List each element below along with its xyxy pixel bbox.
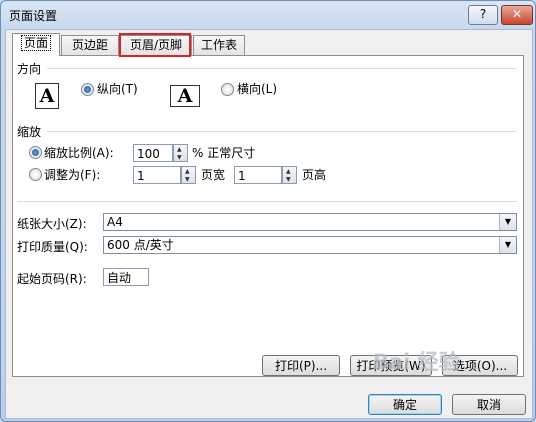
close-button[interactable]: ✕ — [501, 5, 533, 25]
portrait-label[interactable]: 纵向(T) — [97, 80, 138, 97]
portrait-radio[interactable] — [81, 83, 94, 96]
print-button[interactable]: 打印(P)... — [262, 355, 340, 376]
scale-radio[interactable] — [29, 146, 42, 159]
scaling-divider — [47, 131, 517, 132]
landscape-radio[interactable] — [221, 83, 234, 96]
page-tab-panel: 方向 A 纵向(T) A 横向(L) 缩放 缩放比例(A): 100 ▲ ▼ % … — [12, 55, 524, 377]
scale-input[interactable]: 100 — [133, 144, 173, 162]
cancel-button[interactable]: 取消 — [452, 394, 526, 415]
print-quality-select[interactable]: 600 点/英寸 ▼ — [103, 236, 517, 254]
paper-size-label: 纸张大小(Z): — [17, 217, 87, 231]
portrait-paper-icon: A — [35, 83, 59, 109]
tab-margins[interactable]: 页边距 — [61, 35, 119, 55]
tab-page[interactable]: 页面 — [12, 33, 60, 56]
paper-divider — [17, 201, 517, 202]
fit-radio[interactable] — [29, 168, 42, 181]
window-title: 页面设置 — [9, 9, 58, 23]
fit-tall-input[interactable]: 1 — [234, 166, 282, 184]
chevron-down-icon[interactable]: ▼ — [499, 214, 516, 230]
first-page-label: 起始页码(R): — [17, 272, 87, 286]
scale-label[interactable]: 缩放比例(A): — [44, 144, 114, 161]
title-bar: 页面设置 ? ✕ — [1, 1, 535, 29]
fit-wide-input[interactable]: 1 — [133, 166, 181, 184]
fit-tall-label: 页高 — [302, 168, 327, 182]
orientation-section-label: 方向 — [17, 62, 42, 76]
landscape-label[interactable]: 横向(L) — [237, 80, 277, 97]
fit-tall-spinner[interactable]: ▲ ▼ — [282, 166, 297, 184]
page-setup-dialog: 页面设置 ? ✕ 页面 页边距 页眉/页脚 工作表 方向 A 纵向(T) A 横… — [0, 0, 536, 422]
tab-highlight-box — [119, 33, 191, 57]
scaling-section-label: 缩放 — [17, 125, 42, 139]
scale-spinner[interactable]: ▲ ▼ — [173, 144, 188, 162]
print-quality-label: 打印质量(Q): — [17, 240, 88, 254]
fit-wide-spinner[interactable]: ▲ ▼ — [181, 166, 196, 184]
ok-button[interactable]: 确定 — [368, 394, 442, 415]
help-button[interactable]: ? — [468, 5, 498, 25]
tab-sheet[interactable]: 工作表 — [193, 35, 245, 55]
watermark: Bai 经验 — [373, 350, 460, 374]
fit-label[interactable]: 调整为(F): — [44, 166, 100, 183]
chevron-down-icon[interactable]: ▼ — [499, 237, 516, 253]
first-page-input[interactable]: 自动 — [103, 268, 149, 286]
fit-wide-label: 页宽 — [201, 168, 226, 182]
orientation-divider — [47, 68, 517, 69]
landscape-paper-icon: A — [170, 85, 200, 107]
paper-size-select[interactable]: A4 ▼ — [103, 213, 517, 231]
scale-suffix: % 正常尺寸 — [192, 146, 256, 160]
